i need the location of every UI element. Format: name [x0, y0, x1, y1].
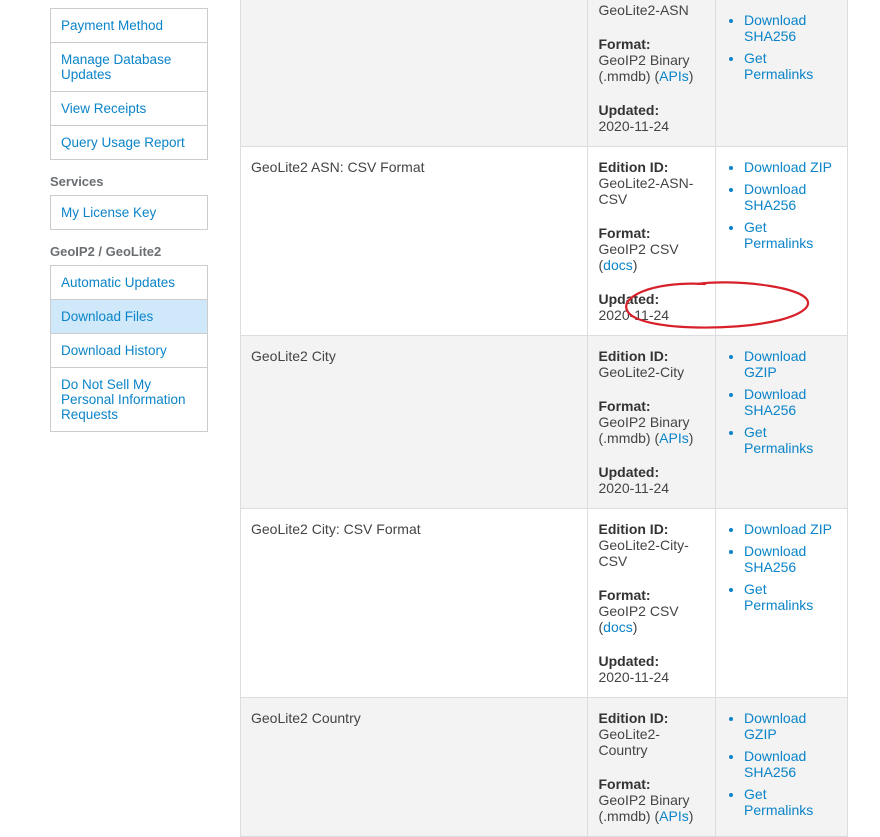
updated-label: Updated:: [598, 464, 705, 480]
sidebar-label-geoip: GeoIP2 / GeoLite2: [50, 244, 208, 259]
edition-id-value: GeoLite2-City-CSV: [598, 537, 705, 569]
download-link[interactable]: Get Permalinks: [744, 50, 813, 82]
edition-id-label: Edition ID:: [598, 159, 705, 175]
updated-label: Updated:: [598, 102, 705, 118]
format-label: Format:: [598, 398, 705, 414]
sidebar-item-download-history[interactable]: Download History: [51, 334, 207, 368]
row-metadata: GeoLite2-ASN Format:GeoIP2 Binary (.mmdb)…: [588, 0, 716, 147]
updated-value: 2020-11-24: [598, 118, 705, 134]
apis-link[interactable]: APIs: [659, 430, 689, 446]
updated-value: 2020-11-24: [598, 307, 705, 323]
download-link[interactable]: Download GZIP: [744, 348, 806, 380]
sidebar-item-payment-method[interactable]: Payment Method: [51, 9, 207, 43]
updated-value: 2020-11-24: [598, 480, 705, 496]
row-description: GeoLite2 City: [241, 336, 588, 509]
updated-label: Updated:: [598, 653, 705, 669]
download-link[interactable]: Download SHA256: [744, 543, 806, 575]
download-link[interactable]: Download SHA256: [744, 12, 806, 44]
edition-id-label: Edition ID:: [598, 521, 705, 537]
row-metadata: Edition ID:GeoLite2-ASN-CSV Format:GeoIP2…: [588, 147, 716, 336]
download-link[interactable]: Get Permalinks: [744, 581, 813, 613]
updated-value: 2020-11-24: [598, 669, 705, 685]
download-link[interactable]: Download SHA256: [744, 181, 806, 213]
sidebar-item-download-files[interactable]: Download Files: [51, 300, 207, 334]
table-row: GeoLite2 City Edition ID:GeoLite2-City For…: [241, 336, 848, 509]
download-link[interactable]: Get Permalinks: [744, 786, 813, 818]
edition-id-value: GeoLite2-City: [598, 364, 705, 380]
sidebar-item-automatic-updates[interactable]: Automatic Updates: [51, 266, 207, 300]
downloads-table: GeoLite2-ASNFormat:GeoIP2 Binary (.mmdb)…: [240, 0, 848, 837]
sidebar-item-do-not-sell[interactable]: Do Not Sell My Personal Information Requ…: [51, 368, 207, 431]
sidebar-item-query-usage-report[interactable]: Query Usage Report: [51, 126, 207, 159]
table-row: GeoLite2 ASN: CSV FormatEdition ID:GeoLi…: [241, 147, 848, 336]
format-label: Format:: [598, 225, 705, 241]
download-link[interactable]: Download SHA256: [744, 386, 806, 418]
sidebar-group-services: My License Key: [50, 195, 208, 230]
table-row: GeoLite2-ASN Format:GeoIP2 Binary (.mmdb)…: [241, 0, 848, 147]
sidebar-item-view-receipts[interactable]: View Receipts: [51, 92, 207, 126]
row-description: GeoLite2 Country: [241, 698, 588, 837]
row-links: Download ZIP Download SHA256 Get Permalink…: [716, 509, 848, 698]
format-label: Format:: [598, 587, 705, 603]
download-link[interactable]: Get Permalinks: [744, 424, 813, 456]
docs-link[interactable]: docs: [603, 257, 633, 273]
row-links: Download SHA256 Get Permalinks: [716, 0, 848, 147]
row-description: [241, 0, 588, 147]
sidebar: Payment Method Manage Database Updates V…: [0, 0, 208, 432]
format-value: GeoIP2 Binary (.mmdb) (APIs): [598, 414, 705, 446]
format-value: GeoIP2 Binary (.mmdb) (APIs): [598, 792, 705, 824]
row-metadata: Edition ID:GeoLite2-City-CSV Format:GeoIP…: [588, 509, 716, 698]
row-description: GeoLite2 City: CSV Format: [241, 509, 588, 698]
download-link[interactable]: Download GZIP: [744, 710, 806, 742]
edition-id-value: GeoLite2-ASN-CSV: [598, 175, 705, 207]
row-links: Download GZIP Download SHA256 Get Permalin…: [716, 698, 848, 837]
format-value: GeoIP2 CSV (docs): [598, 241, 705, 273]
format-value: GeoIP2 CSV (docs): [598, 603, 705, 635]
apis-link[interactable]: APIs: [659, 808, 689, 824]
table-row: GeoLite2 CountryEdition ID:GeoLite2-Coun…: [241, 698, 848, 837]
sidebar-group-geoip: Automatic Updates Download Files Downloa…: [50, 265, 208, 432]
sidebar-item-my-license-key[interactable]: My License Key: [51, 196, 207, 229]
apis-link[interactable]: APIs: [659, 68, 689, 84]
table-row: GeoLite2 City: CSV FormatEdition ID:GeoL…: [241, 509, 848, 698]
edition-id-label: Edition ID:: [598, 710, 705, 726]
download-link[interactable]: Get Permalinks: [744, 219, 813, 251]
format-label: Format:: [598, 36, 705, 52]
format-value: GeoIP2 Binary (.mmdb) (APIs): [598, 52, 705, 84]
download-link[interactable]: Download ZIP: [744, 521, 832, 537]
format-label: Format:: [598, 776, 705, 792]
row-metadata: Edition ID:GeoLite2-Country Format:GeoIP2…: [588, 698, 716, 837]
edition-id-value: GeoLite2-Country: [598, 726, 705, 758]
sidebar-item-manage-db-updates[interactable]: Manage Database Updates: [51, 43, 207, 92]
row-links: Download GZIP Download SHA256 Get Permalin…: [716, 336, 848, 509]
main-content: GeoLite2-ASNFormat:GeoIP2 Binary (.mmdb)…: [208, 0, 880, 837]
download-link[interactable]: Download SHA256: [744, 748, 806, 780]
row-links: Download ZIP Download SHA256 Get Permalink…: [716, 147, 848, 336]
row-description: GeoLite2 ASN: CSV Format: [241, 147, 588, 336]
docs-link[interactable]: docs: [603, 619, 633, 635]
download-link[interactable]: Download ZIP: [744, 159, 832, 175]
updated-label: Updated:: [598, 291, 705, 307]
sidebar-label-services: Services: [50, 174, 208, 189]
row-metadata: Edition ID:GeoLite2-City Format:GeoIP2 Bi…: [588, 336, 716, 509]
edition-id-label: Edition ID:: [598, 348, 705, 364]
edition-id-value: GeoLite2-ASN: [598, 2, 705, 18]
sidebar-group-account: Payment Method Manage Database Updates V…: [50, 8, 208, 160]
